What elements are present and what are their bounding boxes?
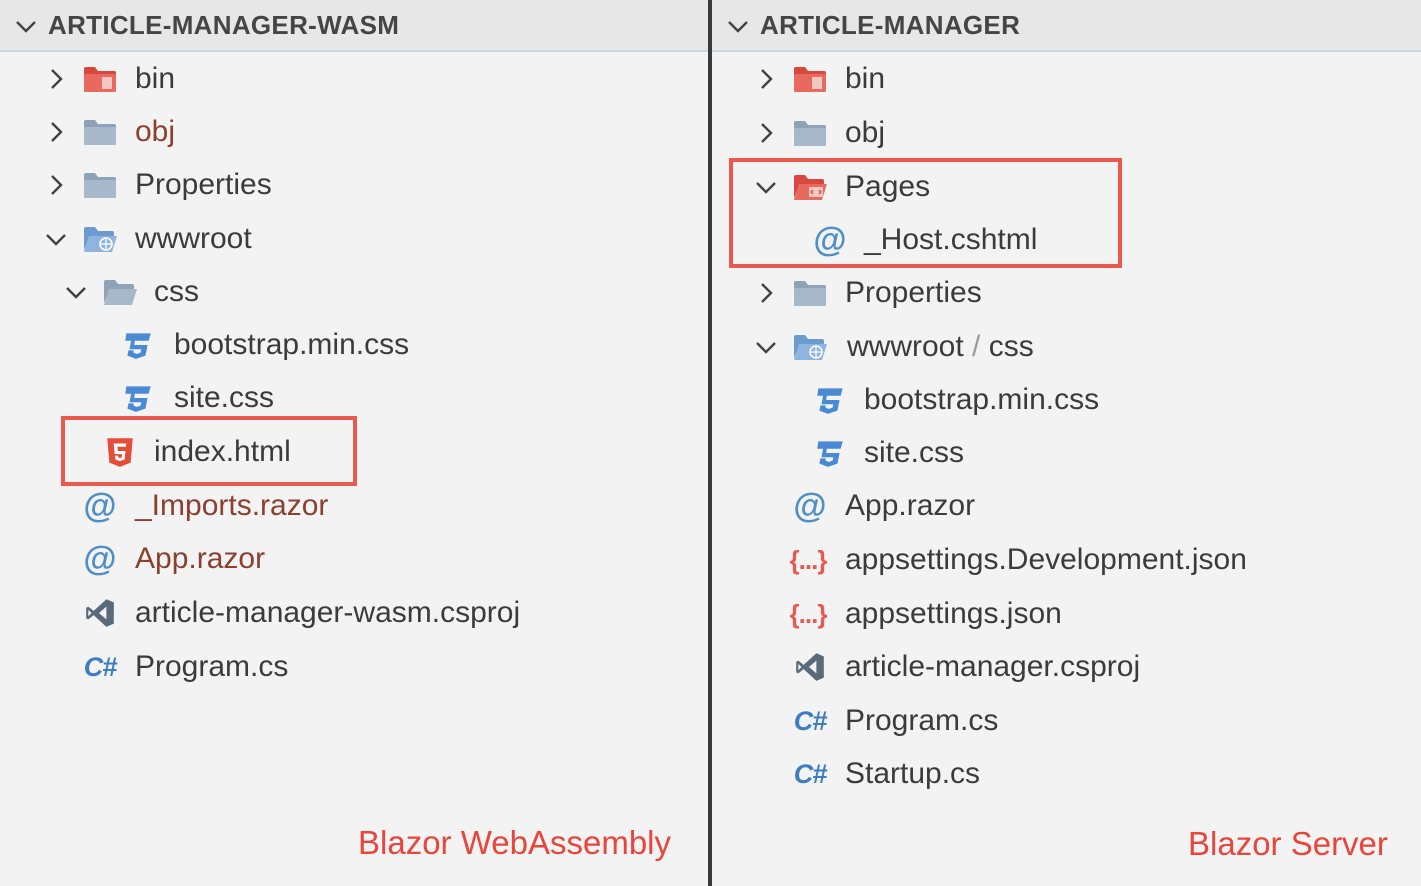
tree-item-appsettings-dev-json[interactable]: {...} appsettings.Development.json (712, 535, 1421, 585)
tree-item-site-css[interactable]: site.css (712, 428, 1421, 478)
tree-item-label: wwwroot / css (847, 330, 1034, 364)
tree-item-appsettings-json[interactable]: {...} appsettings.json (712, 589, 1421, 639)
csharp-file-icon: C# (83, 651, 118, 682)
chevron-right-icon[interactable] (42, 118, 70, 146)
tree-item-label: bin (845, 62, 886, 95)
tree-item-obj[interactable]: obj (712, 108, 1421, 158)
tree-item-label: Properties (135, 168, 272, 201)
path-separator: / (972, 330, 981, 363)
tree-item-label: Program.cs (845, 704, 999, 737)
folder-bin-icon (792, 62, 828, 96)
tree-item-app-razor[interactable]: @ App.razor (0, 534, 708, 584)
csharp-file-icon: C# (793, 758, 828, 789)
tree-item-label: Properties (845, 276, 982, 309)
chevron-right-icon[interactable] (752, 279, 780, 307)
chevron-down-icon[interactable] (752, 333, 780, 361)
explorer-header-server[interactable]: ARTICLE-MANAGER (712, 0, 1421, 52)
tree-item-imports-razor[interactable]: @ _Imports.razor (0, 481, 708, 531)
razor-file-icon: @ (793, 487, 827, 525)
path-segment: wwwroot (847, 330, 964, 363)
chevron-right-icon[interactable] (42, 65, 70, 93)
folder-bin-icon (82, 62, 118, 96)
tree-item-wwwroot-css[interactable]: wwwroot / css (712, 322, 1421, 372)
chevron-down-icon[interactable] (42, 225, 70, 253)
tree-item-bootstrap-css[interactable]: bootstrap.min.css (712, 375, 1421, 425)
razor-file-icon: @ (83, 487, 117, 525)
tree-item-obj[interactable]: obj (0, 107, 708, 157)
caption-label: Blazor Server (1188, 825, 1388, 862)
folder-open-icon (102, 275, 138, 309)
css-file-icon (812, 383, 848, 417)
folder-wwwroot-icon (792, 330, 828, 364)
tree-item-label: bootstrap.min.css (174, 328, 410, 361)
tree-item-label: Startup.cs (845, 757, 981, 790)
tree-item-label: App.razor (135, 542, 266, 575)
tree-item-label: obj (135, 115, 176, 148)
tree-item-label: Program.cs (135, 650, 289, 683)
visual-studio-icon (792, 650, 828, 684)
visual-studio-icon (82, 596, 118, 630)
tree-item-properties[interactable]: Properties (0, 160, 708, 210)
explorer-panel-wasm: ARTICLE-MANAGER-WASM bin obj Properties … (0, 0, 708, 886)
project-title: ARTICLE-MANAGER (760, 10, 1021, 40)
project-title: ARTICLE-MANAGER-WASM (48, 10, 400, 40)
tree-item-program-cs[interactable]: C# Program.cs (712, 696, 1421, 746)
tree-item-label: appsettings.Development.json (845, 543, 1247, 576)
css-file-icon (812, 436, 848, 470)
tree-item-program-cs[interactable]: C# Program.cs (0, 642, 708, 692)
json-file-icon: {...} (789, 544, 828, 575)
chevron-right-icon[interactable] (42, 171, 70, 199)
chevron-right-icon[interactable] (752, 65, 780, 93)
tree-item-label: css (154, 275, 199, 308)
razor-file-icon: @ (83, 540, 117, 578)
tree-item-csproj[interactable]: article-manager.csproj (712, 642, 1421, 692)
tree-item-label: article-manager.csproj (845, 650, 1141, 683)
tree-item-startup-cs[interactable]: C# Startup.cs (712, 749, 1421, 799)
folder-wwwroot-icon (82, 222, 118, 256)
tree-item-label: obj (845, 116, 886, 149)
tree-item-bin[interactable]: bin (712, 54, 1421, 104)
json-file-icon: {...} (789, 598, 828, 629)
chevron-down-icon[interactable] (724, 12, 752, 40)
highlight-box (729, 158, 1122, 268)
tree-item-bootstrap-css[interactable]: bootstrap.min.css (0, 320, 708, 370)
chevron-right-icon[interactable] (752, 119, 780, 147)
tree-item-label: site.css (174, 381, 275, 414)
chevron-down-icon[interactable] (62, 278, 90, 306)
tree-item-label: article-manager-wasm.csproj (135, 596, 521, 629)
folder-icon (792, 116, 828, 150)
folder-icon (82, 168, 118, 202)
tree-item-label: _Imports.razor (135, 489, 329, 522)
tree-item-app-razor[interactable]: @ App.razor (712, 481, 1421, 531)
folder-icon (792, 276, 828, 310)
tree-item-label: appsettings.json (845, 597, 1062, 630)
tree-item-wwwroot[interactable]: wwwroot (0, 214, 708, 264)
explorer-panel-server: ARTICLE-MANAGER bin obj Pages @ _Host.cs… (712, 0, 1421, 886)
csharp-file-icon: C# (793, 705, 828, 736)
highlight-box (61, 416, 357, 486)
tree-item-label: site.css (864, 436, 965, 469)
tree-item-label: App.razor (845, 489, 976, 522)
folder-icon (82, 115, 118, 149)
path-segment: css (988, 330, 1034, 363)
explorer-header-wasm[interactable]: ARTICLE-MANAGER-WASM (0, 0, 708, 52)
css-file-icon (120, 328, 156, 362)
tree-item-properties[interactable]: Properties (712, 268, 1421, 318)
tree-item-css[interactable]: css (0, 267, 708, 317)
css-file-icon (120, 381, 156, 415)
tree-item-label: bin (135, 62, 176, 95)
chevron-down-icon[interactable] (12, 12, 40, 40)
caption-label: Blazor WebAssembly (358, 824, 672, 861)
tree-item-label: bootstrap.min.css (864, 383, 1100, 416)
tree-item-bin[interactable]: bin (0, 54, 708, 104)
tree-item-label: wwwroot (135, 222, 252, 255)
tree-item-csproj[interactable]: article-manager-wasm.csproj (0, 588, 708, 638)
